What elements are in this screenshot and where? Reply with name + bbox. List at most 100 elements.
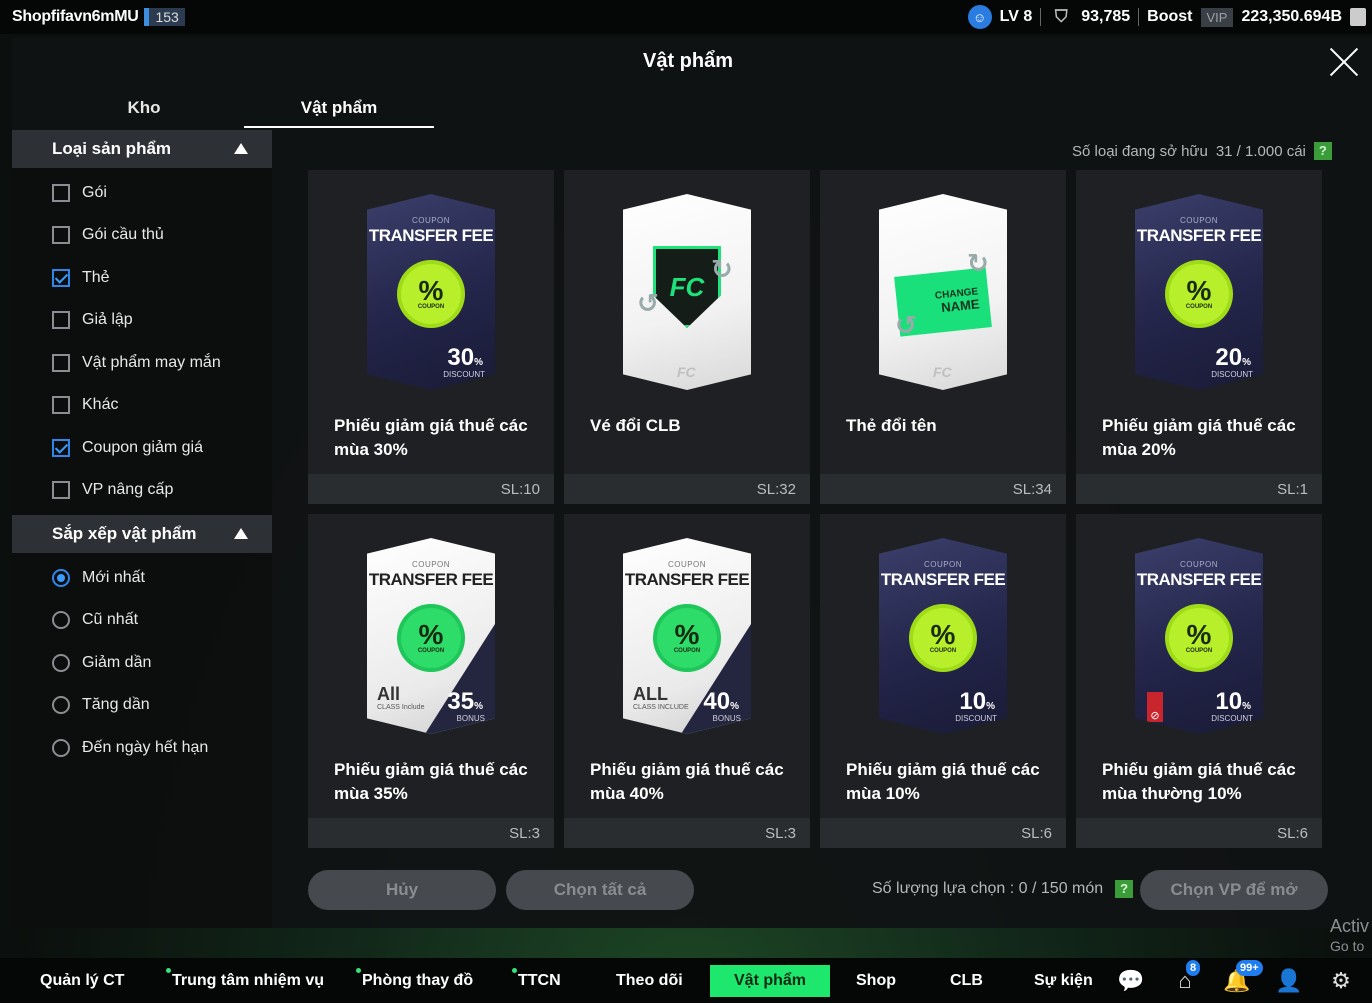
page-title: Vật phẩm (642, 50, 734, 72)
nav-clb[interactable]: CLB (950, 958, 983, 1003)
owned-value: 31 / 1.000 cái (1215, 142, 1306, 160)
selection-count: Số lượng lựa chọn : 0 / 150 món ? (872, 880, 1134, 898)
profile-icon[interactable]: 👤 (1274, 966, 1304, 996)
radio-checked[interactable] (52, 569, 70, 587)
option-label: Gói cầu thủ (82, 226, 164, 243)
coupon-title: TRANSFER FEE (880, 570, 1006, 589)
checkbox[interactable] (52, 481, 70, 499)
radio[interactable] (52, 611, 70, 629)
nav-vat-pham[interactable]: Vật phẩm (710, 965, 831, 997)
nav-phong-thay-do[interactable]: Phòng thay đồ (356, 958, 473, 1003)
checkbox[interactable] (52, 311, 70, 329)
filter-option-vp-nang-cap[interactable]: VP nâng cấp (52, 476, 173, 504)
seal-text: COUPON (929, 648, 957, 654)
filter-option-may-man[interactable]: Vật phẩm may mắn (52, 349, 221, 377)
coupon-value: 10% (959, 688, 995, 716)
bell-badge: 99+ (1236, 960, 1263, 976)
seal-text: COUPON (417, 304, 445, 310)
coupon-unit: % (986, 701, 995, 712)
nav-trung-tam-nhiem-vu[interactable]: Trung tâm nhiệm vụ (166, 958, 324, 1003)
item-card[interactable]: COUPON TRANSFER FEE % COUPON 10% DISCOUNT… (820, 514, 1066, 848)
sort-option-cu-nhat[interactable]: Cũ nhất (52, 606, 138, 634)
nav-shop[interactable]: Shop (856, 958, 896, 1003)
coupon-number: 10 (1215, 688, 1243, 715)
coupon-class-sub: CLASS INCLUDE (633, 704, 689, 711)
club-ticket-image: FC ↺ ↻ FC (623, 194, 751, 390)
collapse-arrow-icon[interactable] (234, 143, 248, 154)
items-panel: Vật phẩm Kho Vật phẩm Loại sản phẩm Gói … (12, 38, 1372, 928)
coupon-sub: DISCOUNT (955, 714, 997, 723)
seal-text: COUPON (1185, 648, 1213, 654)
chat-icon[interactable]: 💬 (1116, 966, 1146, 996)
coupon-unit: % (1242, 357, 1251, 368)
sort-option-moi-nhat[interactable]: Mới nhất (52, 564, 145, 592)
home-icon[interactable]: ⌂ 8 (1170, 960, 1201, 996)
item-quantity: SL:10 (500, 481, 540, 498)
item-card[interactable]: CHANGE NAME ↺ ↻ FC Thẻ đổi tên SL:34 (820, 170, 1066, 504)
bell-icon[interactable]: 🔔 99+ (1222, 960, 1263, 996)
swap-arrow-icon: ↺ (895, 310, 917, 340)
coupon-image: COUPON TRANSFER FEE % COUPON 30% DISCOUNT (367, 194, 495, 390)
collapse-arrow-icon[interactable] (234, 528, 248, 539)
item-card[interactable]: COUPON TRANSFER FEE % COUPON 30% DISCOUNT… (308, 170, 554, 504)
checkbox[interactable] (52, 184, 70, 202)
sort-option-tang-dan[interactable]: Tăng dần (52, 691, 150, 719)
item-card[interactable]: COUPON TRANSFER FEE % COUPON All CLASS In… (308, 514, 554, 848)
item-card[interactable]: COUPON TRANSFER FEE % COUPON 20% DISCOUNT… (1076, 170, 1322, 504)
filter-option-coupon[interactable]: Coupon giảm giá (52, 434, 203, 462)
nav-ttcn[interactable]: TTCN (512, 958, 561, 1003)
item-card[interactable]: COUPON TRANSFER FEE % COUPON ALL CLASS IN… (564, 514, 810, 848)
seal-text: COUPON (673, 648, 701, 654)
filter-option-goi[interactable]: Gói (52, 179, 107, 207)
sort-option-giam-dan[interactable]: Giảm dần (52, 649, 151, 677)
filter-option-the[interactable]: Thẻ (52, 264, 110, 292)
bottom-nav: Quản lý CT Trung tâm nhiệm vụ Phòng thay… (0, 958, 1372, 1003)
sort-header[interactable]: Sắp xếp vật phẩm (12, 515, 272, 553)
radio[interactable] (52, 654, 70, 672)
tab-kho[interactable]: Kho (44, 90, 244, 128)
tag-line: NAME (940, 296, 981, 316)
help-icon[interactable]: ? (1313, 142, 1332, 160)
user-badge: 153 (144, 8, 185, 26)
nav-quan-ly-ct[interactable]: Quản lý CT (40, 958, 124, 1003)
coupon-number: 30 (447, 344, 475, 371)
nav-theo-doi[interactable]: Theo dõi (616, 958, 683, 1003)
filter-option-goi-cau-thu[interactable]: Gói cầu thủ (52, 221, 164, 249)
coupon-sub: DISCOUNT (443, 370, 485, 379)
filter-option-gia-lap[interactable]: Giả lập (52, 306, 133, 334)
divider (1138, 8, 1140, 26)
coupon-caption: COUPON (1179, 560, 1219, 569)
checkbox[interactable] (52, 354, 70, 372)
boost-label[interactable]: Boost (1147, 8, 1192, 26)
select-all-button[interactable]: Chọn tất cả (506, 870, 694, 910)
open-items-button[interactable]: Chọn VP để mở (1140, 870, 1328, 910)
nav-su-kien[interactable]: Sự kiện (1034, 958, 1093, 1003)
option-label: VP nâng cấp (82, 481, 174, 498)
coupon-unit: % (730, 701, 739, 712)
checkbox[interactable] (52, 396, 70, 414)
owned-label: Số loại đang sở hữu (1072, 142, 1208, 160)
close-icon[interactable] (1328, 46, 1360, 78)
checkbox-checked[interactable] (52, 269, 70, 287)
help-icon[interactable]: ? (1115, 880, 1134, 898)
item-quantity: SL:6 (1277, 825, 1308, 842)
sort-option-het-han[interactable]: Đến ngày hết hạn (52, 734, 208, 762)
coupon-image: COUPON TRANSFER FEE % COUPON ALL CLASS IN… (623, 538, 751, 734)
cancel-button[interactable]: Hủy (308, 870, 496, 910)
checkbox[interactable] (52, 226, 70, 244)
product-type-header[interactable]: Loại sản phẩm (12, 130, 272, 168)
tab-vat-pham[interactable]: Vật phẩm (244, 90, 434, 128)
radio[interactable] (52, 739, 70, 757)
item-name: Vé đổi CLB (590, 416, 681, 435)
item-card[interactable]: FC ↺ ↻ FC Vé đổi CLB SL:32 (564, 170, 810, 504)
vip-tag[interactable]: VIP (1200, 7, 1234, 27)
seal-symbol: % (418, 275, 444, 306)
item-card[interactable]: COUPON TRANSFER FEE % COUPON ⊘ 10% DISCOU… (1076, 514, 1322, 848)
item-quantity: SL:3 (509, 825, 540, 842)
gear-icon[interactable]: ⚙ (1326, 966, 1356, 996)
filter-option-khac[interactable]: Khác (52, 391, 118, 419)
coupon-caption: COUPON (411, 560, 451, 569)
radio[interactable] (52, 696, 70, 714)
checkbox-checked[interactable] (52, 439, 70, 457)
notification-dot (512, 968, 517, 973)
